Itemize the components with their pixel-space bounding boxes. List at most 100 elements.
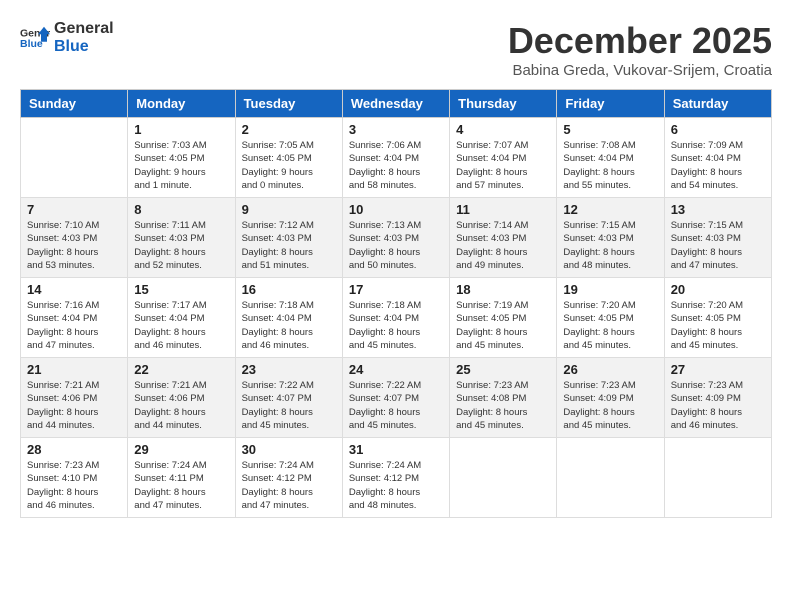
day-number: 12 — [563, 202, 657, 217]
day-cell-21: 21Sunrise: 7:21 AMSunset: 4:06 PMDayligh… — [21, 358, 128, 438]
day-number: 6 — [671, 122, 765, 137]
day-info: Sunrise: 7:14 AMSunset: 4:03 PMDaylight:… — [456, 219, 550, 272]
day-number: 25 — [456, 362, 550, 377]
day-cell-18: 18 Sunrise: 7:19 AMSunset: 4:05 PMDayligh… — [450, 278, 557, 358]
day-cell-16: 16 Sunrise: 7:18 AMSunset: 4:04 PMDayligh… — [235, 278, 342, 358]
day-number: 16 — [242, 282, 336, 297]
day-number: 3 — [349, 122, 443, 137]
day-info: Sunrise: 7:23 AMSunset: 4:10 PMDaylight:… — [27, 459, 121, 512]
day-number: 4 — [456, 122, 550, 137]
day-number: 11 — [456, 202, 550, 217]
day-header-tuesday: Tuesday — [235, 90, 342, 118]
day-number: 9 — [242, 202, 336, 217]
day-cell-17: 17 Sunrise: 7:18 AMSunset: 4:04 PMDayligh… — [342, 278, 449, 358]
day-cell-13: 13Sunrise: 7:15 AMSunset: 4:03 PMDayligh… — [664, 198, 771, 278]
week-row-2: 7 Sunrise: 7:10 AMSunset: 4:03 PMDaylight… — [21, 198, 772, 278]
day-number: 24 — [349, 362, 443, 377]
title-block: December 2025 Babina Greda, Vukovar-Srij… — [508, 20, 772, 79]
day-info: Sunrise: 7:20 AMSunset: 4:05 PMDaylight:… — [563, 299, 657, 352]
day-info: Sunrise: 7:13 AMSunset: 4:03 PMDaylight:… — [349, 219, 443, 272]
day-header-friday: Friday — [557, 90, 664, 118]
day-info: Sunrise: 7:11 AMSunset: 4:03 PMDaylight:… — [134, 219, 228, 272]
day-cell-10: 10 Sunrise: 7:13 AMSunset: 4:03 PMDayligh… — [342, 198, 449, 278]
day-info: Sunrise: 7:24 AMSunset: 4:11 PMDaylight:… — [134, 459, 228, 512]
day-cell-15: 15Sunrise: 7:17 AMSunset: 4:04 PMDayligh… — [128, 278, 235, 358]
day-header-sunday: Sunday — [21, 90, 128, 118]
day-number: 18 — [456, 282, 550, 297]
day-header-saturday: Saturday — [664, 90, 771, 118]
day-number: 26 — [563, 362, 657, 377]
day-cell-19: 19 Sunrise: 7:20 AMSunset: 4:05 PMDayligh… — [557, 278, 664, 358]
day-number: 15 — [134, 282, 228, 297]
day-info: Sunrise: 7:20 AMSunset: 4:05 PMDaylight:… — [671, 299, 765, 352]
day-info: Sunrise: 7:15 AMSunset: 4:03 PMDaylight:… — [671, 219, 765, 272]
day-number: 23 — [242, 362, 336, 377]
day-info: Sunrise: 7:08 AMSunset: 4:04 PMDaylight:… — [563, 139, 657, 192]
day-cell-5: 5Sunrise: 7:08 AMSunset: 4:04 PMDaylight… — [557, 118, 664, 198]
day-number: 17 — [349, 282, 443, 297]
day-number: 21 — [27, 362, 121, 377]
logo: General Blue General Blue — [20, 20, 114, 55]
day-number: 22 — [134, 362, 228, 377]
day-number: 8 — [134, 202, 228, 217]
day-info: Sunrise: 7:18 AMSunset: 4:04 PMDaylight:… — [349, 299, 443, 352]
day-cell-empty — [450, 438, 557, 518]
day-cell-28: 28 Sunrise: 7:23 AMSunset: 4:10 PMDayligh… — [21, 438, 128, 518]
day-number: 20 — [671, 282, 765, 297]
svg-text:Blue: Blue — [20, 38, 43, 50]
day-cell-4: 4 Sunrise: 7:07 AMSunset: 4:04 PMDaylight… — [450, 118, 557, 198]
day-cell-12: 12Sunrise: 7:15 AMSunset: 4:03 PMDayligh… — [557, 198, 664, 278]
day-info: Sunrise: 7:21 AMSunset: 4:06 PMDaylight:… — [134, 379, 228, 432]
day-number: 28 — [27, 442, 121, 457]
day-cell-11: 11 Sunrise: 7:14 AMSunset: 4:03 PMDayligh… — [450, 198, 557, 278]
day-info: Sunrise: 7:03 AMSunset: 4:05 PMDaylight:… — [134, 139, 228, 192]
day-info: Sunrise: 7:12 AMSunset: 4:03 PMDaylight:… — [242, 219, 336, 272]
day-cell-25: 25Sunrise: 7:23 AMSunset: 4:08 PMDayligh… — [450, 358, 557, 438]
day-cell-29: 29 Sunrise: 7:24 AMSunset: 4:11 PMDayligh… — [128, 438, 235, 518]
day-cell-27: 27Sunrise: 7:23 AMSunset: 4:09 PMDayligh… — [664, 358, 771, 438]
day-cell-6: 6Sunrise: 7:09 AMSunset: 4:04 PMDaylight… — [664, 118, 771, 198]
day-header-row: SundayMondayTuesdayWednesdayThursdayFrid… — [21, 90, 772, 118]
day-info: Sunrise: 7:22 AMSunset: 4:07 PMDaylight:… — [349, 379, 443, 432]
day-info: Sunrise: 7:06 AMSunset: 4:04 PMDaylight:… — [349, 139, 443, 192]
week-row-4: 21 Sunrise: 7:21 AMSunset: 4:06 PMDayligh… — [21, 358, 772, 438]
day-cell-8: 8 Sunrise: 7:11 AMSunset: 4:03 PMDaylight… — [128, 198, 235, 278]
week-row-3: 14Sunrise: 7:16 AMSunset: 4:04 PMDayligh… — [21, 278, 772, 358]
day-cell-empty — [664, 438, 771, 518]
day-number: 19 — [563, 282, 657, 297]
calendar-table: SundayMondayTuesdayWednesdayThursdayFrid… — [20, 89, 772, 518]
day-cell-20: 20 Sunrise: 7:20 AMSunset: 4:05 PMDayligh… — [664, 278, 771, 358]
day-number: 7 — [27, 202, 121, 217]
day-info: Sunrise: 7:23 AMSunset: 4:09 PMDaylight:… — [671, 379, 765, 432]
day-cell-24: 24 Sunrise: 7:22 AMSunset: 4:07 PMDayligh… — [342, 358, 449, 438]
logo-icon: General Blue — [20, 23, 50, 53]
day-cell-3: 3 Sunrise: 7:06 AMSunset: 4:04 PMDaylight… — [342, 118, 449, 198]
day-info: Sunrise: 7:24 AMSunset: 4:12 PMDaylight:… — [242, 459, 336, 512]
page-header: General Blue General Blue December 2025 … — [20, 20, 772, 79]
logo-blue-text: Blue — [54, 38, 114, 56]
day-info: Sunrise: 7:10 AMSunset: 4:03 PMDaylight:… — [27, 219, 121, 272]
day-info: Sunrise: 7:07 AMSunset: 4:04 PMDaylight:… — [456, 139, 550, 192]
calendar-subtitle: Babina Greda, Vukovar-Srijem, Croatia — [508, 62, 772, 79]
day-header-thursday: Thursday — [450, 90, 557, 118]
day-info: Sunrise: 7:05 AMSunset: 4:05 PMDaylight:… — [242, 139, 336, 192]
day-info: Sunrise: 7:19 AMSunset: 4:05 PMDaylight:… — [456, 299, 550, 352]
day-cell-empty — [21, 118, 128, 198]
logo-general-text: General — [54, 20, 114, 38]
day-number: 10 — [349, 202, 443, 217]
day-cell-9: 9 Sunrise: 7:12 AMSunset: 4:03 PMDaylight… — [235, 198, 342, 278]
day-cell-14: 14Sunrise: 7:16 AMSunset: 4:04 PMDayligh… — [21, 278, 128, 358]
day-header-wednesday: Wednesday — [342, 90, 449, 118]
day-number: 14 — [27, 282, 121, 297]
calendar-title: December 2025 — [508, 20, 772, 62]
day-number: 31 — [349, 442, 443, 457]
day-cell-30: 30 Sunrise: 7:24 AMSunset: 4:12 PMDayligh… — [235, 438, 342, 518]
day-number: 1 — [134, 122, 228, 137]
day-number: 30 — [242, 442, 336, 457]
day-number: 29 — [134, 442, 228, 457]
day-cell-7: 7 Sunrise: 7:10 AMSunset: 4:03 PMDaylight… — [21, 198, 128, 278]
day-info: Sunrise: 7:18 AMSunset: 4:04 PMDaylight:… — [242, 299, 336, 352]
day-cell-26: 26Sunrise: 7:23 AMSunset: 4:09 PMDayligh… — [557, 358, 664, 438]
day-info: Sunrise: 7:22 AMSunset: 4:07 PMDaylight:… — [242, 379, 336, 432]
day-cell-31: 31Sunrise: 7:24 AMSunset: 4:12 PMDayligh… — [342, 438, 449, 518]
